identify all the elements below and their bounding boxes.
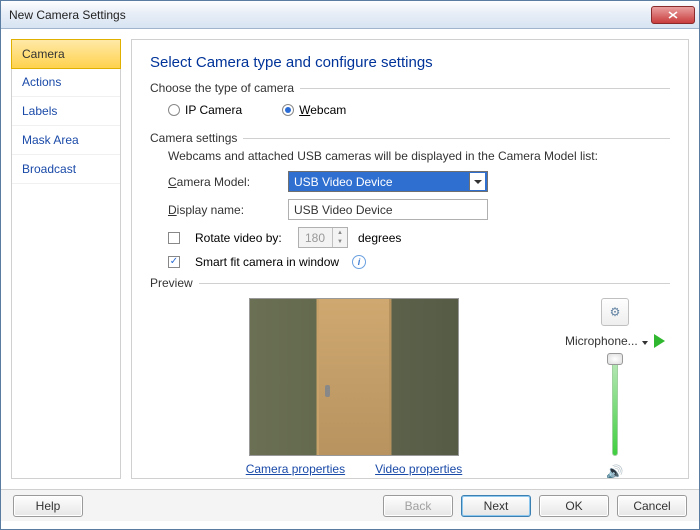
display-name-input[interactable]: USB Video Device [288, 199, 488, 220]
speaker-icon[interactable]: 🔊 [606, 464, 623, 479]
sidebar-item-actions[interactable]: Actions [12, 68, 120, 97]
sidebar-item-labels[interactable]: Labels [12, 97, 120, 126]
title-bar: New Camera Settings [1, 1, 699, 29]
group-camera-settings-label: Camera settings [150, 131, 237, 145]
sidebar-item-label: Broadcast [22, 162, 76, 176]
ok-button[interactable]: OK [539, 495, 609, 517]
camera-model-combo[interactable]: USB Video Device [288, 171, 488, 192]
smartfit-checkbox[interactable] [168, 256, 180, 268]
next-button[interactable]: Next [461, 495, 531, 517]
help-text: Webcams and attached USB cameras will be… [168, 149, 670, 163]
main-panel: Select Camera type and configure setting… [131, 39, 689, 479]
play-icon[interactable] [654, 334, 665, 348]
chevron-down-icon [641, 334, 648, 348]
radio-label: IP Camera [185, 103, 242, 117]
button-label: OK [565, 499, 582, 513]
button-label: Back [405, 499, 432, 513]
rotate-checkbox[interactable] [168, 232, 180, 244]
camera-settings-button[interactable]: ⚙ [601, 298, 629, 326]
button-label: Help [36, 499, 61, 513]
microphone-dropdown[interactable]: Microphone... [565, 334, 648, 348]
divider [300, 88, 670, 89]
rotate-degrees-spinner[interactable]: 180 ▲▼ [298, 227, 348, 248]
smartfit-label: Smart fit camera in window [195, 255, 339, 269]
chevron-down-icon: ▼ [333, 238, 347, 248]
cancel-button[interactable]: Cancel [617, 495, 687, 517]
chevron-down-icon [469, 173, 485, 190]
combo-value: USB Video Device [294, 175, 393, 189]
radio-icon [282, 104, 294, 116]
camera-model-label: Camera Model: [168, 175, 278, 189]
radio-webcam[interactable]: Webcam [282, 103, 346, 117]
sidebar-item-label: Actions [22, 75, 61, 89]
group-camera-type-label: Choose the type of camera [150, 81, 294, 95]
spinner-value: 180 [305, 231, 325, 245]
sidebar-item-maskarea[interactable]: Mask Area [12, 126, 120, 155]
back-button: Back [383, 495, 453, 517]
camera-preview [249, 298, 459, 456]
chevron-up-icon: ▲ [333, 228, 347, 238]
sidebar-item-broadcast[interactable]: Broadcast [12, 155, 120, 184]
footer: Help Back Next OK Cancel [1, 489, 699, 521]
slider-thumb[interactable] [607, 353, 623, 365]
window-title: New Camera Settings [5, 8, 651, 22]
textbox-value: USB Video Device [294, 203, 393, 217]
sidebar-item-label: Mask Area [22, 133, 79, 147]
group-preview-label: Preview [150, 276, 193, 290]
close-icon [668, 11, 678, 19]
page-title: Select Camera type and configure setting… [150, 54, 670, 71]
button-label: Cancel [633, 499, 670, 513]
degrees-label: degrees [358, 231, 401, 245]
camera-properties-link[interactable]: Camera properties [246, 462, 345, 476]
divider [243, 138, 670, 139]
video-properties-link[interactable]: Video properties [375, 462, 462, 476]
info-icon[interactable]: i [352, 255, 366, 269]
divider [199, 283, 670, 284]
help-button[interactable]: Help [13, 495, 83, 517]
radio-label: Webcam [299, 103, 346, 117]
display-name-label: Display name: [168, 203, 278, 217]
rotate-label: Rotate video by: [195, 231, 288, 245]
mic-label: Microphone... [565, 334, 638, 348]
close-button[interactable] [651, 6, 695, 24]
slider-track [612, 356, 618, 456]
radio-icon [168, 104, 180, 116]
radio-ip-camera[interactable]: IP Camera [168, 103, 242, 117]
volume-slider[interactable] [607, 356, 623, 456]
gear-icon: ⚙ [610, 305, 621, 319]
sidebar-item-camera[interactable]: Camera [11, 39, 121, 69]
button-label: Next [484, 499, 509, 513]
sidebar: Camera Actions Labels Mask Area Broadcas… [11, 39, 121, 479]
sidebar-item-label: Camera [22, 47, 65, 61]
sidebar-item-label: Labels [22, 104, 57, 118]
